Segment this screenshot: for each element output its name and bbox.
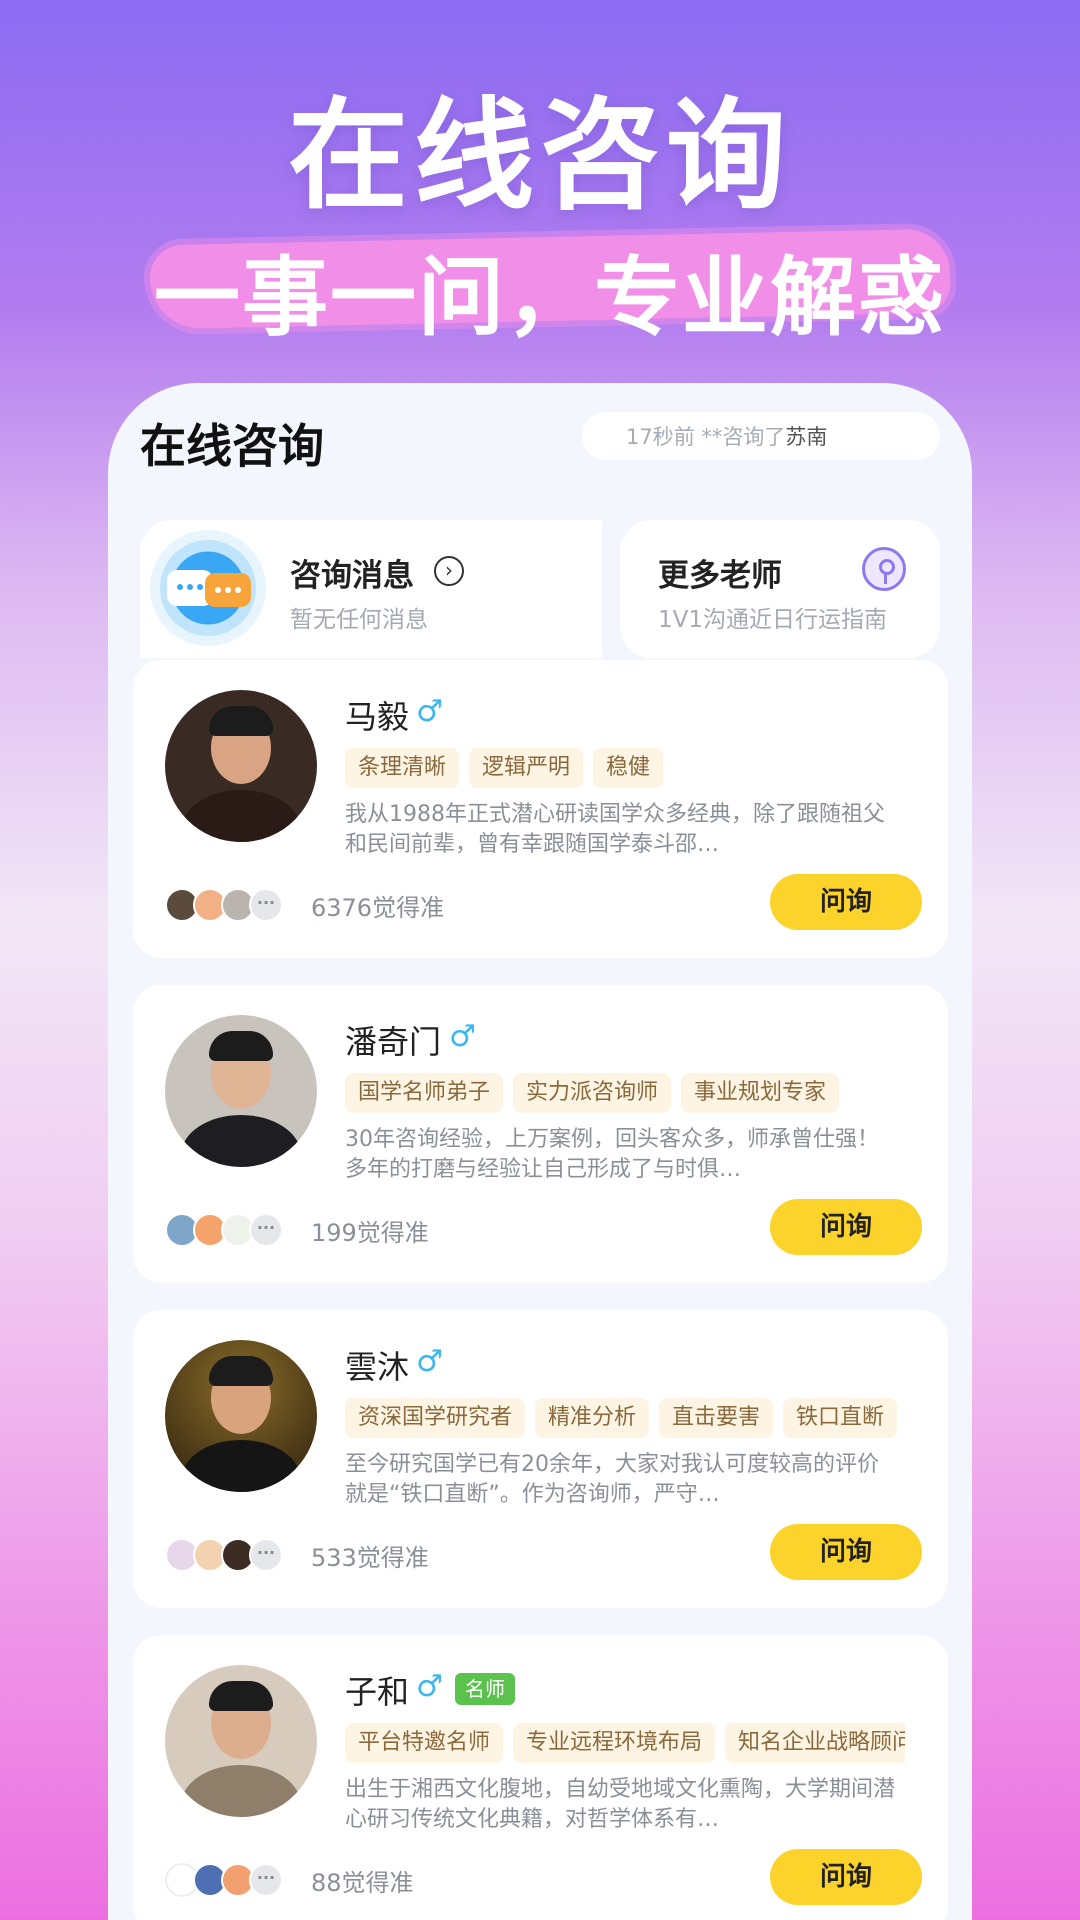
male-gender-icon: ♂ — [416, 1344, 443, 1379]
hero-subtitle: 一事一问，专业解惑 — [154, 248, 946, 348]
teacher-name: 马毅 — [345, 698, 410, 736]
accuracy-count: 199觉得准 — [311, 1219, 429, 1247]
teacher-name: 潘奇门 — [345, 1023, 442, 1061]
teacher-tag: 专业远程环境布局 — [513, 1723, 716, 1763]
teacher-description: 出生于湘西文化腹地，自幼受地域文化熏陶，大学期间潜心研习传统文化典籍，对哲学体系… — [345, 1777, 896, 1832]
more-dots-icon: ··· — [249, 1538, 283, 1572]
hero-title: 在线咨询 — [288, 87, 792, 226]
teacher-tag: 逻辑严明 — [469, 748, 584, 788]
ask-button[interactable]: 问询 — [770, 874, 922, 930]
more-teachers-title[interactable]: 更多老师 — [658, 550, 782, 595]
ask-button[interactable]: 问询 — [770, 1199, 922, 1255]
teacher-tag: 知名企业战略顾问 — [725, 1723, 905, 1763]
teacher-tag: 平台特邀名师 — [345, 1723, 504, 1763]
teacher-card[interactable]: 潘奇门 ♂ 国学名师弟子 实力派咨询师 事业规划专家 30年咨询经验，上万案例，回头… — [133, 985, 948, 1283]
teacher-avatar — [165, 1015, 317, 1167]
male-gender-icon: ♂ — [416, 1669, 443, 1704]
teacher-description: 至今研究国学已有20余年，大家对我认可度较高的评价就是“铁口直断”。作为咨询师，… — [345, 1452, 879, 1507]
male-gender-icon: ♂ — [416, 694, 443, 729]
teacher-avatar — [165, 690, 317, 842]
teacher-avatar — [165, 1340, 317, 1492]
teacher-name: 雲沐 — [345, 1348, 410, 1386]
accuracy-count: 88觉得准 — [311, 1869, 414, 1897]
microphone-icon[interactable] — [862, 547, 906, 591]
teacher-card[interactable]: 马毅 ♂ 条理清晰 逻辑严明 稳健 我从1988年正式潜心研读国学众多经典，除了跟随… — [133, 660, 948, 958]
teacher-tags: 平台特邀名师 专业远程环境布局 知名企业战略顾问 — [345, 1723, 905, 1765]
more-dots-icon: ··· — [249, 1213, 283, 1247]
famous-teacher-badge: 名师 — [455, 1673, 515, 1705]
more-teachers-subtitle: 1V1沟通近日行运指南 — [658, 607, 888, 633]
teacher-tag: 稳健 — [593, 748, 664, 788]
messages-title[interactable]: 咨询消息 — [290, 550, 414, 595]
accuracy-count: 6376觉得准 — [311, 894, 445, 922]
ticker-name: 苏南 — [785, 425, 828, 449]
reviewer-avatars: ··· — [165, 1538, 305, 1572]
teacher-tags: 条理清晰 逻辑严明 稳健 — [345, 748, 905, 790]
reviewer-avatars: ··· — [165, 1863, 305, 1897]
teacher-card[interactable]: 雲沐 ♂ 资深国学研究者 精准分析 直击要害 铁口直断 至今研究国学已有20余年，大家… — [133, 1310, 948, 1608]
reviewer-avatars: ··· — [165, 888, 305, 922]
teacher-tag: 国学名师弟子 — [345, 1073, 504, 1113]
more-dots-icon: ··· — [249, 888, 283, 922]
accuracy-count: 533觉得准 — [311, 1544, 429, 1572]
teacher-tag: 直击要害 — [659, 1398, 774, 1438]
teacher-tag: 条理清晰 — [345, 748, 460, 788]
teacher-tag: 资深国学研究者 — [345, 1398, 526, 1438]
teacher-tag: 事业规划专家 — [681, 1073, 840, 1113]
teacher-tag: 铁口直断 — [783, 1398, 898, 1438]
ask-button[interactable]: 问询 — [770, 1524, 922, 1580]
panel-title: 在线咨询 — [140, 419, 324, 473]
messages-subtitle: 暂无任何消息 — [290, 607, 428, 633]
teacher-description: 30年咨询经验，上万案例，回头客众多，师承曾仕强！多年的打磨与经验让自己形成了与… — [345, 1127, 879, 1182]
teacher-tag: 实力派咨询师 — [513, 1073, 672, 1113]
ask-button[interactable]: 问询 — [770, 1849, 922, 1905]
teacher-description: 我从1988年正式潜心研读国学众多经典，除了跟随祖父和民间前辈，曾有幸跟随国学泰… — [345, 802, 885, 857]
male-gender-icon: ♂ — [449, 1019, 476, 1054]
teacher-card[interactable]: 子和 ♂ 名师 平台特邀名师 专业远程环境布局 知名企业战略顾问 出生于湘西文化腹地… — [133, 1635, 948, 1920]
teacher-avatar — [165, 1665, 317, 1817]
teacher-tags: 资深国学研究者 精准分析 直击要害 铁口直断 — [345, 1398, 905, 1440]
chat-bubble-orange-icon — [205, 573, 251, 607]
ticker-time: 17秒前 — [626, 425, 695, 449]
teacher-tag: 精准分析 — [535, 1398, 650, 1438]
teacher-tags: 国学名师弟子 实力派咨询师 事业规划专家 — [345, 1073, 905, 1115]
more-dots-icon: ··· — [249, 1863, 283, 1897]
teacher-name: 子和 — [345, 1673, 410, 1711]
chevron-right-circle-icon[interactable]: › — [434, 556, 464, 586]
ticker-text: **咨询了 — [701, 425, 786, 449]
hero-subtitle-banner: 一事一问，专业解惑 — [140, 225, 960, 348]
activity-ticker: 17秒前 **咨询了 苏南 — [582, 412, 940, 460]
reviewer-avatars: ··· — [165, 1213, 305, 1247]
